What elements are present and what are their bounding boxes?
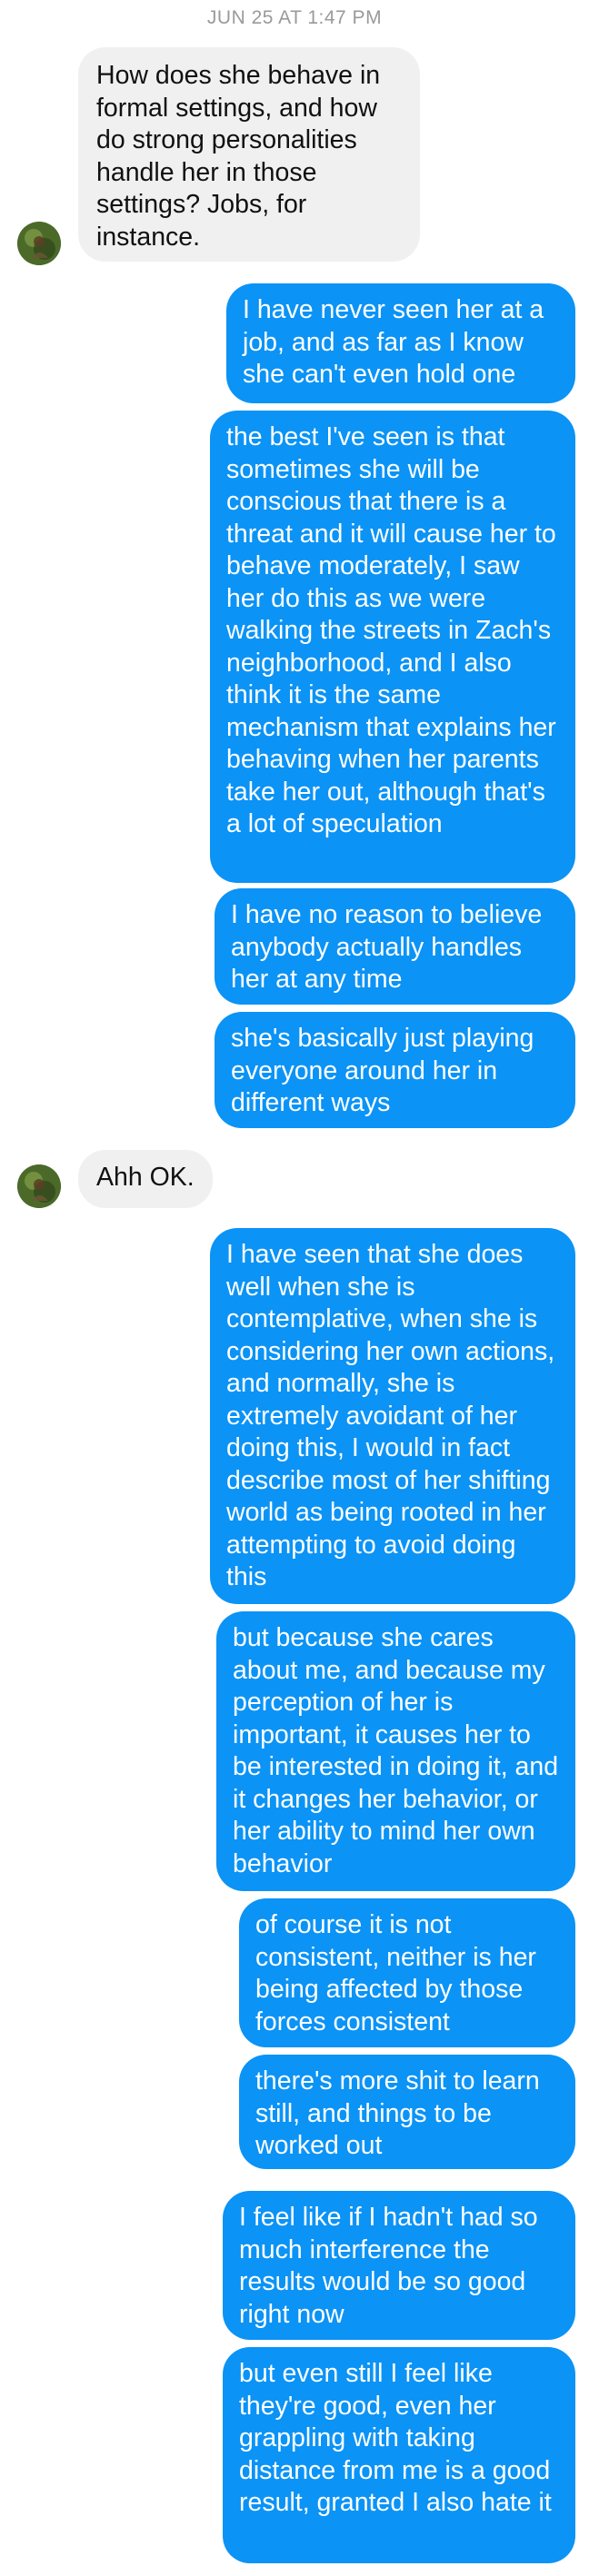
incoming-message-bubble[interactable]: Ahh OK.: [78, 1150, 213, 1208]
outgoing-message-bubble[interactable]: but even still I feel like they're good,…: [223, 2347, 575, 2563]
contact-avatar[interactable]: [17, 222, 61, 265]
incoming-message-bubble[interactable]: How does she behave in formal settings, …: [78, 47, 420, 262]
thread-timestamp: JUN 25 AT 1:47 PM: [206, 7, 383, 28]
outgoing-message-bubble[interactable]: of course it is not consistent, neither …: [239, 1898, 575, 2047]
outgoing-message-bubble[interactable]: there's more shit to learn still, and th…: [239, 2055, 575, 2169]
contact-avatar-photo-icon: [17, 1164, 61, 1208]
outgoing-message-bubble[interactable]: I have never seen her at a job, and as f…: [226, 283, 575, 403]
outgoing-message-bubble[interactable]: but because she cares about me, and beca…: [216, 1611, 575, 1891]
outgoing-message-bubble[interactable]: she's basically just playing everyone ar…: [215, 1012, 575, 1128]
outgoing-message-bubble[interactable]: I have no reason to believe anybody actu…: [215, 888, 575, 1005]
outgoing-message-bubble[interactable]: I feel like if I hadn't had so much inte…: [223, 2191, 575, 2340]
outgoing-message-bubble[interactable]: the best I've seen is that sometimes she…: [210, 411, 575, 883]
message-thread: JUN 25 AT 1:47 PM How does she behave in…: [0, 0, 589, 2576]
outgoing-message-bubble[interactable]: I have seen that she does well when she …: [210, 1228, 575, 1604]
contact-avatar-photo-icon: [17, 222, 61, 265]
contact-avatar[interactable]: [17, 1164, 61, 1208]
